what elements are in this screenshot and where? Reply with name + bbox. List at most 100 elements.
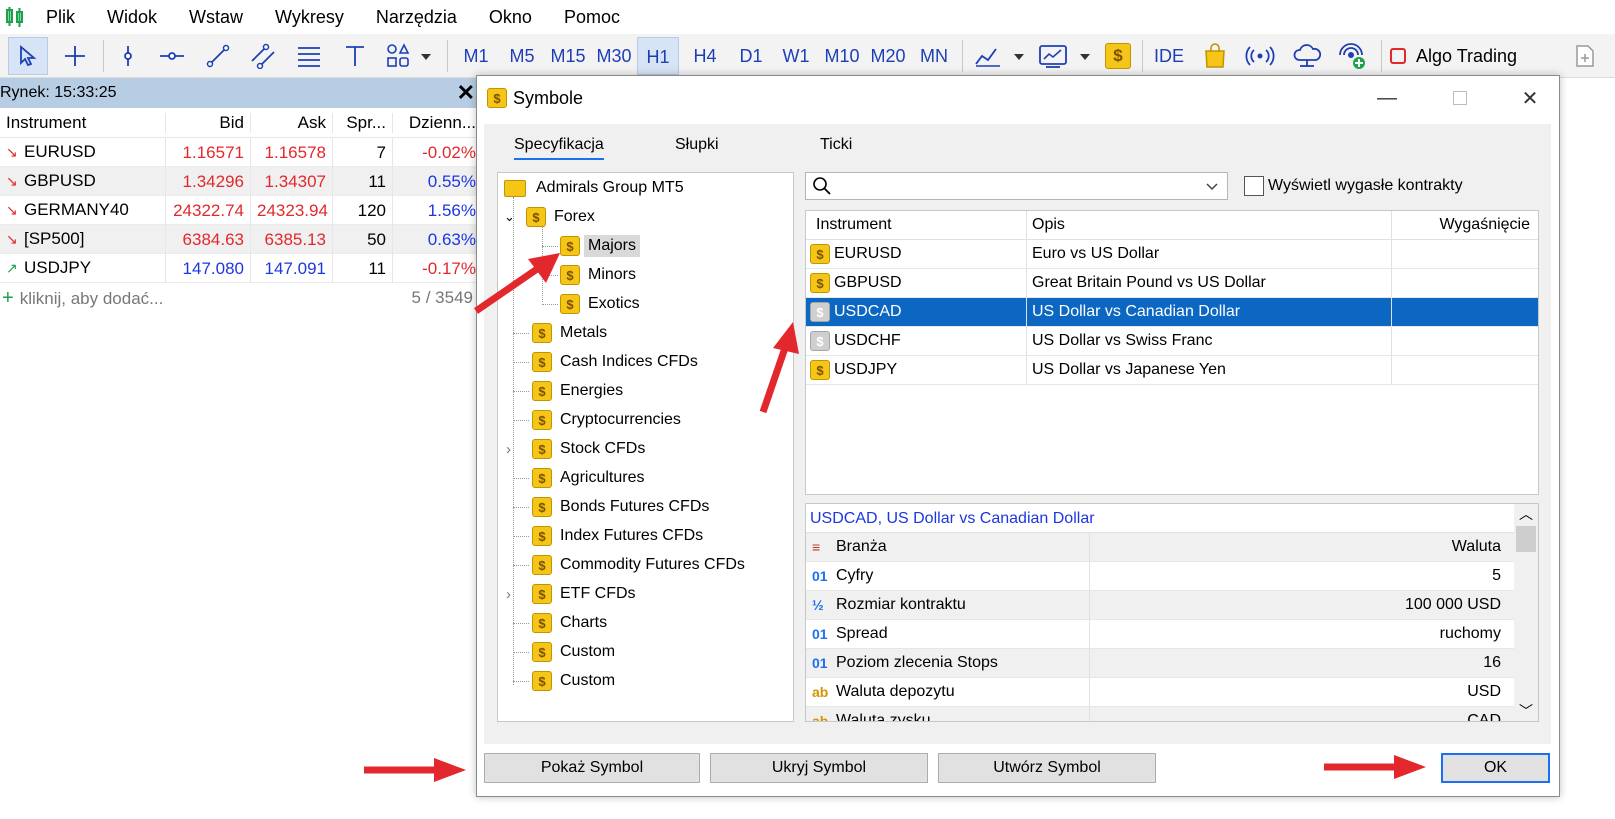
tree-node-custom-new[interactable]: $ Custom bbox=[532, 667, 619, 695]
maximize-icon[interactable] bbox=[1430, 76, 1490, 120]
tree-node-bonds-futures[interactable]: $ Bonds Futures CFDs bbox=[532, 493, 713, 521]
tree-node-forex[interactable]: ⌄ $ Forex bbox=[504, 203, 599, 231]
timeframe-m5[interactable]: M5 bbox=[500, 37, 544, 75]
tree-node-charts[interactable]: $ Charts bbox=[532, 609, 611, 637]
menu-okno[interactable]: Okno bbox=[473, 0, 548, 34]
fibonacci-icon[interactable] bbox=[289, 37, 329, 75]
show-expired-checkbox[interactable]: Wyświetl wygasłe kontrakty bbox=[1244, 176, 1463, 196]
timeframe-d1[interactable]: D1 bbox=[729, 37, 773, 75]
table-row[interactable]: $ USDCHF US Dollar vs Swiss Franc bbox=[806, 327, 1538, 356]
tab-slupki[interactable]: Słupki bbox=[675, 130, 719, 160]
table-row[interactable]: $ USDJPY US Dollar vs Japanese Yen bbox=[806, 356, 1538, 385]
col-ask[interactable]: Ask bbox=[250, 112, 332, 133]
symbol-expiry bbox=[1391, 269, 1538, 297]
timeframe-w1[interactable]: W1 bbox=[774, 37, 818, 75]
market-bag-icon[interactable] bbox=[1195, 37, 1235, 75]
shapes-dropdown-icon[interactable] bbox=[381, 37, 436, 75]
tree-node-exotics[interactable]: $ Exotics bbox=[560, 290, 644, 318]
new-document-icon[interactable] bbox=[1568, 37, 1602, 75]
timeframe-m1[interactable]: M1 bbox=[455, 37, 497, 75]
vps-icon[interactable] bbox=[1333, 37, 1373, 75]
ok-button[interactable]: OK bbox=[1441, 753, 1550, 783]
menu-wstaw[interactable]: Wstaw bbox=[173, 0, 259, 34]
tree-node-minors[interactable]: $ Minors bbox=[560, 261, 640, 289]
timeframe-h4[interactable]: H4 bbox=[683, 37, 727, 75]
signals-icon[interactable] bbox=[1240, 37, 1280, 75]
menu-plik[interactable]: Plik bbox=[30, 0, 91, 34]
timeframe-h1[interactable]: H1 bbox=[637, 37, 679, 75]
tree-node-index-futures[interactable]: $ Index Futures CFDs bbox=[532, 522, 707, 550]
col-instrument[interactable]: Instrument bbox=[0, 113, 165, 133]
table-row[interactable]: ↗ USDJPY 147.080 147.091 11 -0.17% bbox=[0, 253, 485, 283]
cloud-icon[interactable] bbox=[1287, 37, 1327, 75]
text-icon[interactable] bbox=[335, 37, 375, 75]
checkbox[interactable] bbox=[1244, 176, 1264, 196]
timeframe-m20[interactable]: M20 bbox=[865, 37, 911, 75]
trendline-icon[interactable] bbox=[198, 37, 238, 75]
symbols-dialog: $ Symbole — ✕ Specyfikacja Słupki Ticki bbox=[476, 75, 1560, 797]
menu-pomoc[interactable]: Pomoc bbox=[548, 0, 636, 34]
scroll-thumb[interactable] bbox=[1516, 526, 1536, 552]
hide-symbol-button[interactable]: Ukryj Symbol bbox=[710, 753, 928, 783]
search-input[interactable] bbox=[805, 172, 1228, 200]
menu-narzedzia[interactable]: Narzędzia bbox=[360, 0, 473, 34]
table-row-selected[interactable]: $ USDCAD US Dollar vs Canadian Dollar bbox=[806, 298, 1538, 327]
col-daily[interactable]: Dzienn... bbox=[392, 112, 482, 133]
menu-widok[interactable]: Widok bbox=[91, 0, 173, 34]
tree-node-etf-cfds[interactable]: › $ ETF CFDs bbox=[506, 580, 640, 608]
templates-dropdown-icon[interactable] bbox=[1035, 37, 1095, 75]
col-opis[interactable]: Opis bbox=[1026, 211, 1391, 239]
tree-node-majors[interactable]: $ Majors bbox=[560, 232, 641, 260]
tree-label: Admirals Group MT5 bbox=[536, 179, 684, 196]
table-row[interactable]: ↘ GERMANY40 24322.74 24323.94 120 1.56% bbox=[0, 195, 485, 225]
tree-node-energies[interactable]: $ Energies bbox=[532, 377, 627, 405]
ask-value: 147.091 bbox=[250, 253, 332, 283]
create-symbol-button[interactable]: Utwórz Symbol bbox=[938, 753, 1156, 783]
close-icon[interactable]: ✕ bbox=[1500, 76, 1560, 120]
tree-root[interactable]: Admirals Group MT5 bbox=[504, 174, 688, 202]
tab-ticki[interactable]: Ticki bbox=[820, 130, 852, 160]
dollar-icon[interactable]: $ bbox=[1100, 37, 1136, 75]
channel-icon[interactable] bbox=[243, 37, 283, 75]
tree-node-custom[interactable]: $ Custom bbox=[532, 638, 619, 666]
horizontal-line-icon[interactable] bbox=[152, 37, 192, 75]
add-symbol-row[interactable]: + kliknij, aby dodać... 5 / 3549 bbox=[0, 283, 485, 313]
table-row[interactable]: ↘ EURUSD 1.16571 1.16578 7 -0.02% bbox=[0, 137, 485, 167]
tree-node-agricultures[interactable]: $ Agricultures bbox=[532, 464, 648, 492]
timeframe-m10[interactable]: M10 bbox=[819, 37, 865, 75]
col-wygasniecie[interactable]: Wygaśnięcie bbox=[1391, 211, 1538, 239]
tree-label: Minors bbox=[588, 266, 637, 283]
tab-specyfikacja[interactable]: Specyfikacja bbox=[514, 130, 604, 160]
vertical-line-icon[interactable] bbox=[108, 37, 148, 75]
tree-label: Energies bbox=[560, 382, 624, 399]
algo-trading-button[interactable]: Algo Trading bbox=[1390, 37, 1558, 75]
cursor-icon[interactable] bbox=[8, 37, 48, 75]
scroll-down-icon[interactable]: ﹀ bbox=[1514, 701, 1538, 721]
crosshair-icon[interactable] bbox=[55, 37, 95, 75]
scroll-up-icon[interactable]: ︿ bbox=[1514, 504, 1538, 526]
app-logo-icon bbox=[0, 0, 30, 34]
chevron-down-icon[interactable] bbox=[1205, 176, 1219, 201]
ide-button[interactable]: IDE bbox=[1148, 37, 1190, 75]
tree-node-metals[interactable]: $ Metals bbox=[532, 319, 611, 347]
timeframe-mn[interactable]: MN bbox=[911, 37, 957, 75]
tree-node-crypto[interactable]: $ Cryptocurrencies bbox=[532, 406, 685, 434]
tree-node-commodity-futures[interactable]: $ Commodity Futures CFDs bbox=[532, 551, 749, 579]
col-instrument[interactable]: Instrument bbox=[806, 211, 1026, 239]
col-spread[interactable]: Spr... bbox=[332, 112, 392, 133]
show-symbol-button[interactable]: Pokaż Symbol bbox=[484, 753, 700, 783]
menu-wykresy[interactable]: Wykresy bbox=[259, 0, 360, 34]
indicators-dropdown-icon[interactable] bbox=[970, 37, 1030, 75]
minimize-icon[interactable]: — bbox=[1357, 76, 1417, 120]
timeframe-m30[interactable]: M30 bbox=[591, 37, 637, 75]
tree-node-cash-indices[interactable]: $ Cash Indices CFDs bbox=[532, 348, 702, 376]
table-row[interactable]: ↘ GBPUSD 1.34296 1.34307 11 0.55% bbox=[0, 166, 485, 196]
table-row[interactable]: $ EURUSD Euro vs US Dollar bbox=[806, 240, 1538, 269]
scrollbar[interactable]: ︿ ﹀ bbox=[1514, 504, 1538, 721]
col-bid[interactable]: Bid bbox=[165, 112, 250, 133]
table-row[interactable]: ↘ [SP500] 6384.63 6385.13 50 0.63% bbox=[0, 224, 485, 254]
close-icon[interactable]: ✕ bbox=[457, 80, 475, 106]
timeframe-m15[interactable]: M15 bbox=[545, 37, 591, 75]
tree-node-stock-cfds[interactable]: › $ Stock CFDs bbox=[506, 435, 649, 463]
table-row[interactable]: $ GBPUSD Great Britain Pound vs US Dollar bbox=[806, 269, 1538, 298]
